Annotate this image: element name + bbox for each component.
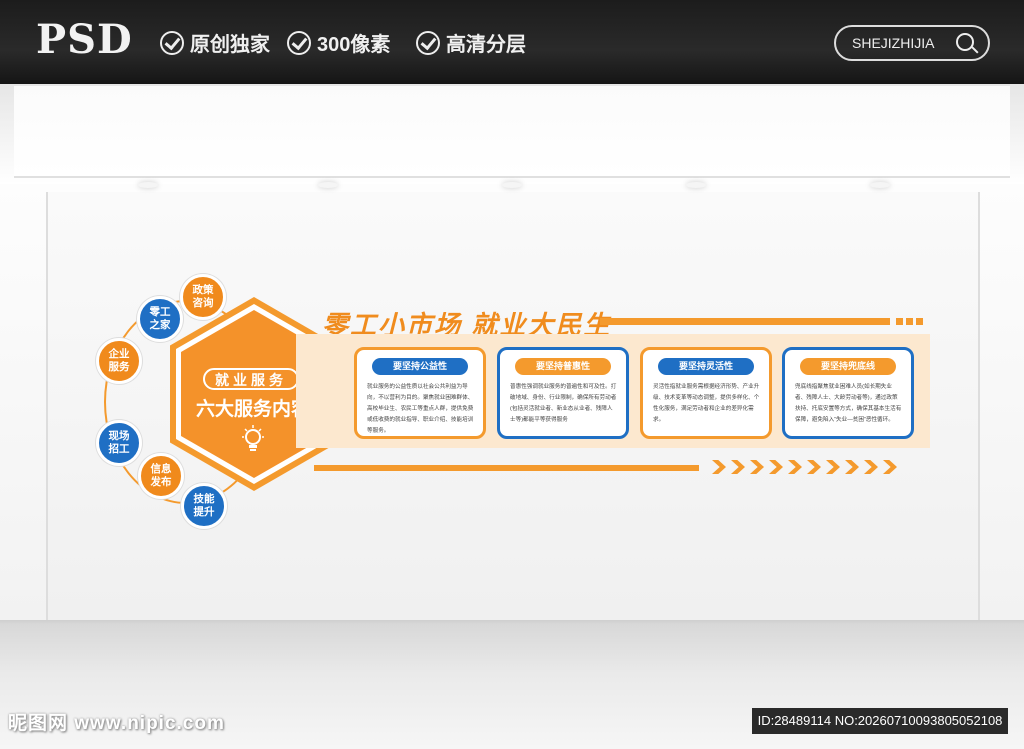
spotlight <box>138 182 158 188</box>
chevron-right-icon <box>883 460 897 474</box>
spotlight <box>318 182 338 188</box>
spotlight <box>502 182 522 188</box>
spotlight <box>686 182 706 188</box>
title-square <box>916 318 923 325</box>
bottom-bar <box>314 465 699 471</box>
card-public-welfare: 要坚持公益性 就业服务的公益性质以社会公共利益为导向，不以营利为目的。聚焦就业困… <box>354 347 486 439</box>
bubble-policy: 政策 咨询 <box>180 274 226 320</box>
card-flexibility: 要坚持灵活性 灵活性指就业服务需根据经济形势、产业升级、技术变革等动态调整，提供… <box>640 347 772 439</box>
check-icon <box>416 30 440 55</box>
bubble-onsite-hiring: 现场 招工 <box>96 420 142 466</box>
check-icon <box>287 30 311 55</box>
chevron-right-icon <box>826 460 840 474</box>
lightbulb-icon <box>242 425 264 451</box>
spotlight <box>870 182 890 188</box>
title-underline <box>600 318 890 325</box>
top-banner: PSD 原创独家 300像素 高清分层 SHEJIZHIJIA <box>0 0 1024 84</box>
bubble-gig-home: 零工 之家 <box>137 296 183 342</box>
title-square <box>906 318 913 325</box>
card-body: 兜底线指聚焦就业困难人员(如长期失业者、残障人士、大龄劳动者等)，通过政策扶持、… <box>795 384 902 423</box>
title-square <box>896 318 903 325</box>
service-pill: 就业服务 <box>203 368 299 390</box>
feature-resolution: 300像素 <box>287 28 390 57</box>
chevron-right-icon <box>750 460 764 474</box>
chevron-right-icon <box>864 460 878 474</box>
search-icon[interactable] <box>956 33 974 51</box>
bubble-info: 信息 发布 <box>138 453 184 499</box>
card-safety-net: 要坚持兜底线 兜底线指聚焦就业困难人员(如长期失业者、残障人士、大龄劳动者等)，… <box>782 347 914 439</box>
feature-layers: 高清分层 <box>416 28 526 57</box>
arrow-row <box>712 460 897 474</box>
bubble-skills: 技能 提升 <box>181 483 227 529</box>
chevron-right-icon <box>807 460 821 474</box>
chevron-right-icon <box>712 460 726 474</box>
card-inclusive: 要坚持普惠性 普惠性强调就业服务的普遍性和可及性。打破地域、身份、行业限制，确保… <box>497 347 629 439</box>
card-body: 灵活性指就业服务需根据经济形势、产业升级、技术变革等动态调整，提供多样化、个性化… <box>653 384 760 423</box>
psd-logo: PSD <box>36 16 133 63</box>
check-icon <box>160 30 184 55</box>
card-heading: 要坚持灵活性 <box>658 358 754 375</box>
chevron-right-icon <box>769 460 783 474</box>
card-heading: 要坚持普惠性 <box>515 358 611 375</box>
chevron-right-icon <box>845 460 859 474</box>
card-body: 就业服务的公益性质以社会公共利益为导向，不以营利为目的。聚焦就业困难群体、高校毕… <box>367 384 474 434</box>
card-heading: 要坚持兜底线 <box>800 358 896 375</box>
chevron-right-icon <box>731 460 745 474</box>
card-body: 普惠性强调就业服务的普遍性和可及性。打破地域、身份、行业限制，确保所有劳动者(包… <box>510 384 617 423</box>
ceiling-cove <box>14 86 1010 178</box>
watermark-site: 昵图网 www.nipic.com <box>8 713 225 734</box>
card-heading: 要坚持公益性 <box>372 358 468 375</box>
feature-original: 原创独家 <box>160 28 270 57</box>
bubble-enterprise: 企业 服务 <box>96 338 142 384</box>
chevron-right-icon <box>788 460 802 474</box>
search-box[interactable]: SHEJIZHIJIA <box>834 25 990 61</box>
watermark-id: ID:28489114 NO:20260710093805052108 <box>752 708 1008 734</box>
